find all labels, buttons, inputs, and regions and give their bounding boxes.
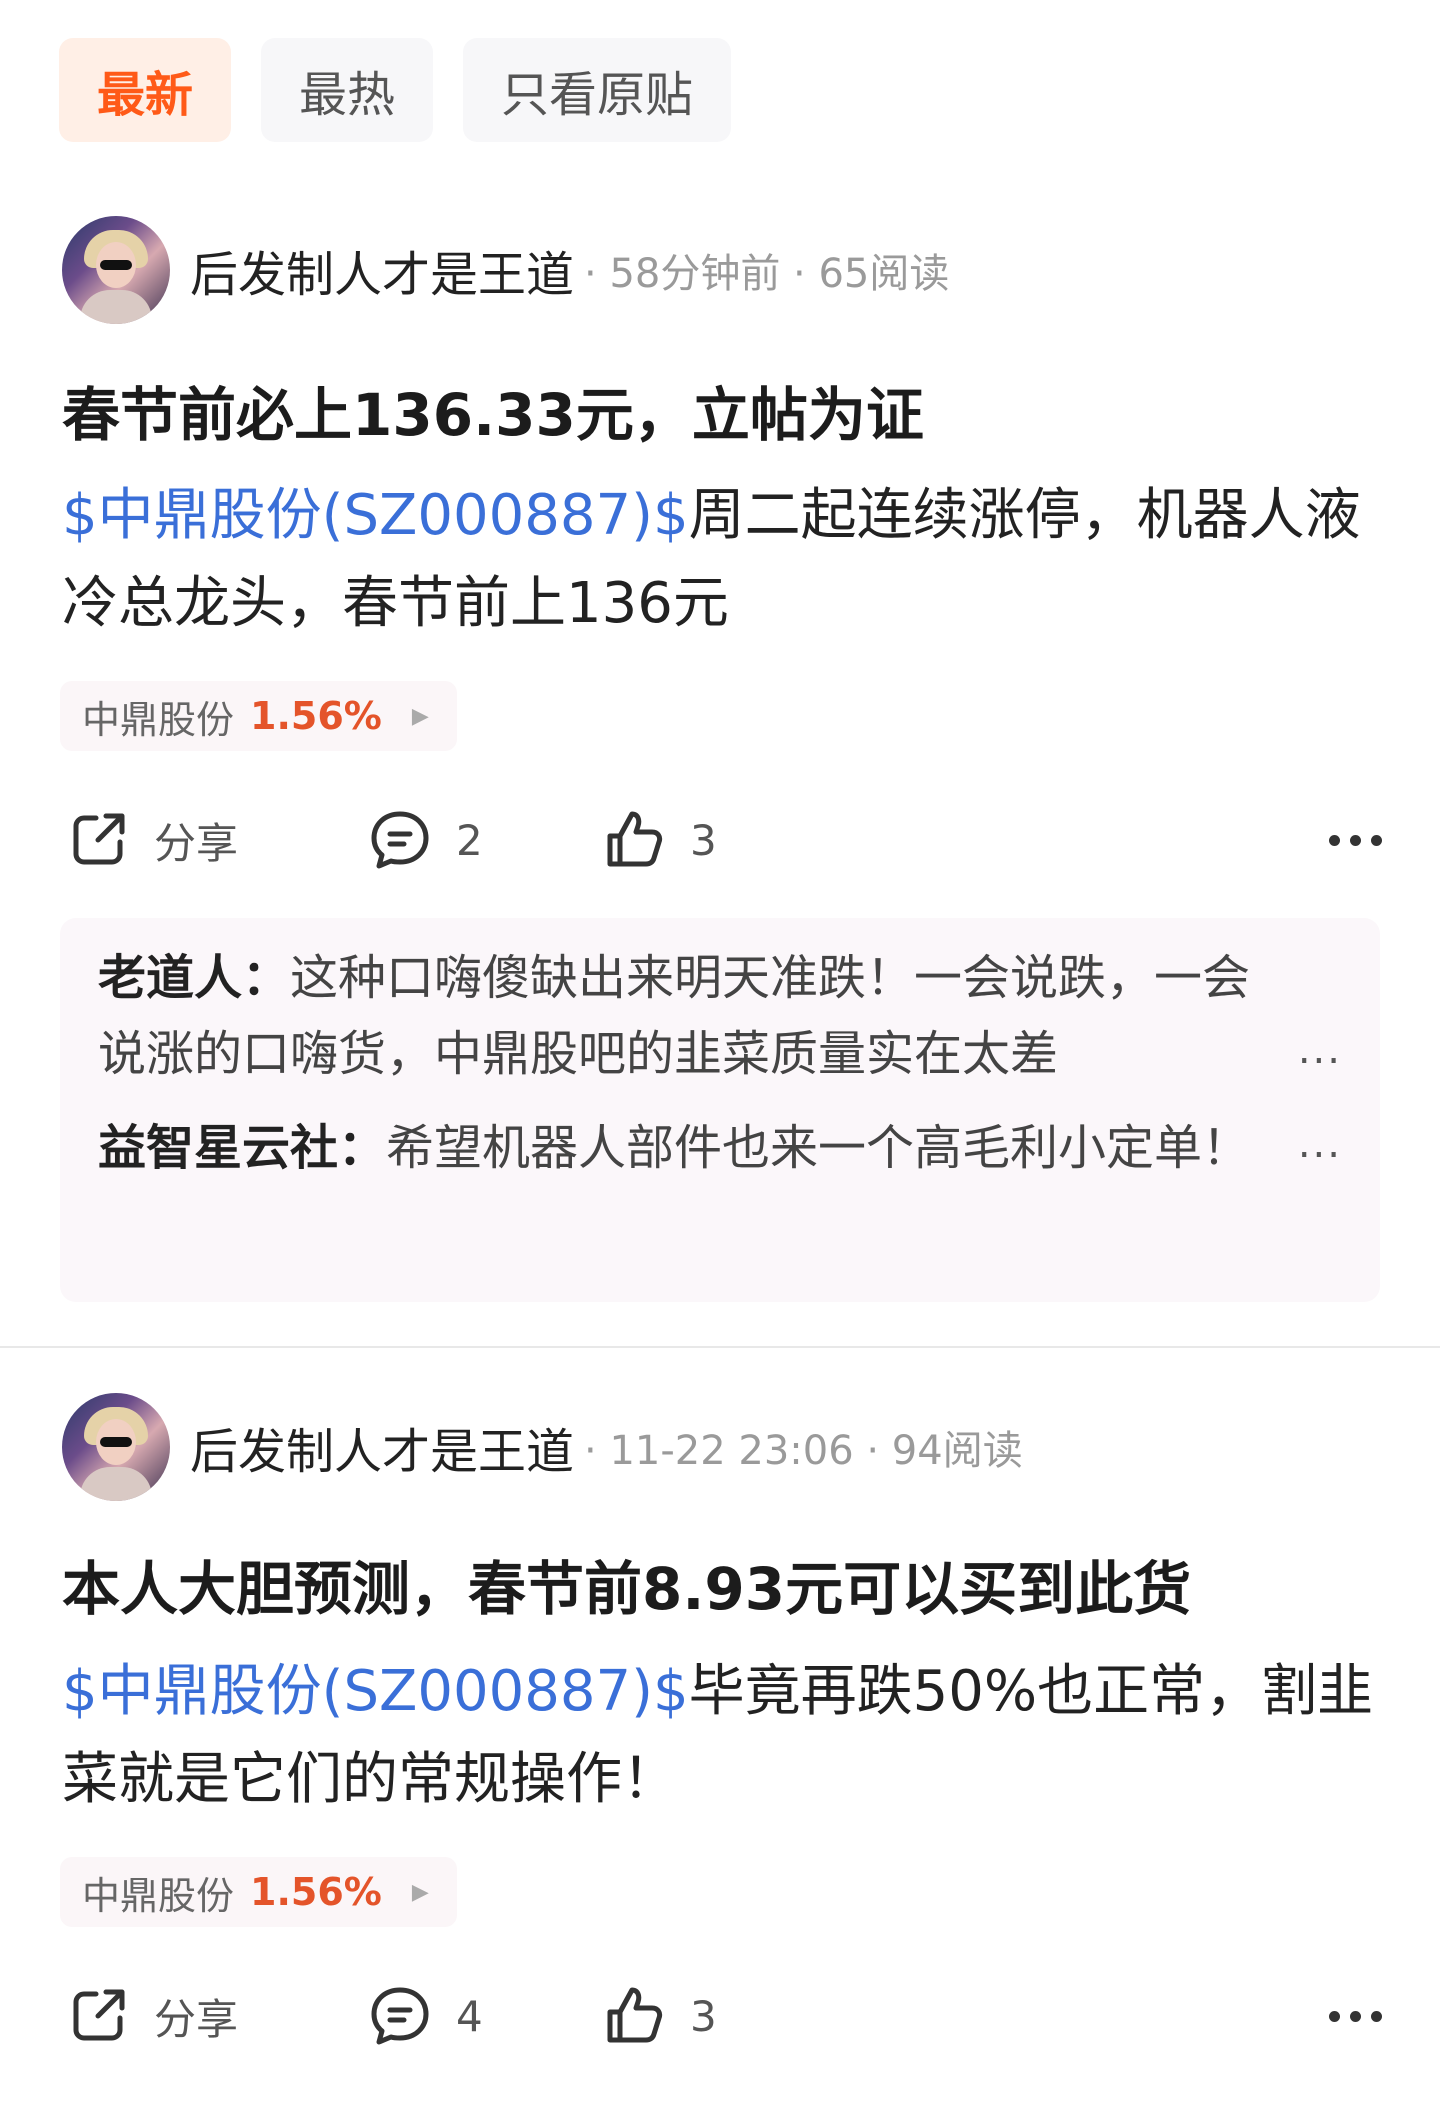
comment-preview[interactable]: 老道人：这种口嗨傻缺出来明天准跌！一会说跌，一会说涨的口嗨货，中鼎股吧的韭菜质量… [60,918,1380,1302]
more-icon[interactable] [1329,1976,1382,2056]
comment-icon [371,811,429,869]
comment-button[interactable]: 2 [364,800,483,880]
more-icon[interactable] [1329,800,1382,880]
like-button[interactable]: 3 [598,1976,717,2056]
like-count: 3 [690,815,717,865]
comment-item[interactable]: 老道人：这种口嗨傻缺出来明天准跌！一会说跌，一会说涨的口嗨货，中鼎股吧的韭菜质量… [98,940,1342,1092]
comment-text: 希望机器人部件也来一个高毛利小定单！ [386,1120,1251,1176]
author-name[interactable]: 后发制人才是王道 [190,1412,574,1482]
stock-chip[interactable]: 中鼎股份 1.56% ▶ [60,681,457,751]
post-body[interactable]: $中鼎股份(SZ000887)$毕竟再跌50%也正常，割韭菜就是它们的常规操作！ [62,1648,1382,1824]
comment-button[interactable]: 4 [364,1976,483,2056]
post-title[interactable]: 春节前必上136.33元，立帖为证 [62,368,924,452]
stock-chip-name: 中鼎股份 [82,1873,235,1918]
post-meta: · 58分钟前 · 65阅读 [584,251,950,297]
share-label: 分享 [154,818,239,868]
comment-count: 4 [456,1991,483,2041]
share-button[interactable]: 分享 [62,1976,238,2056]
share-label: 分享 [154,1994,239,2044]
like-button[interactable]: 3 [598,800,717,880]
chevron-right-icon: ▶ [411,1879,429,1905]
post-body[interactable]: $中鼎股份(SZ000887)$周二起连续涨停，机器人液冷总龙头，春节前上136… [62,472,1382,648]
author-row: 后发制人才是王道 · 11-22 23:06 · 94阅读 [62,1393,1023,1501]
stock-chip-change: 1.56% [250,1870,382,1914]
author-row: 后发制人才是王道 · 58分钟前 · 65阅读 [62,216,949,324]
filter-tabs: 最新 最热 只看原贴 [59,38,732,142]
comment-user[interactable]: 老道人 [98,950,242,1006]
tab-original-only[interactable]: 只看原贴 [463,38,732,142]
author-name[interactable]: 后发制人才是王道 [190,235,574,305]
post-meta: · 11-22 23:06 · 94阅读 [584,1428,1023,1474]
share-icon [73,1989,125,2041]
expand-comment-dots[interactable]: ... [1298,1012,1342,1088]
post-title[interactable]: 本人大胆预测，春节前8.93元可以买到此货 [62,1542,1191,1626]
share-button[interactable]: 分享 [62,800,238,880]
stock-link[interactable]: $中鼎股份(SZ000887)$ [62,1659,689,1724]
tab-latest[interactable]: 最新 [59,38,232,142]
comment-item[interactable]: 益智星云社：希望机器人部件也来一个高毛利小定单！ ... [98,1110,1342,1186]
post-actions: 分享 2 3 [62,800,1382,880]
avatar[interactable] [62,216,170,324]
stock-chip[interactable]: 中鼎股份 1.56% ▶ [60,1857,457,1927]
comment-count: 2 [456,815,483,865]
comment-icon [371,1987,429,2045]
tab-hottest[interactable]: 最热 [261,38,434,142]
like-count: 3 [690,1991,717,2041]
post-divider [0,1346,1440,1348]
stock-link[interactable]: $中鼎股份(SZ000887)$ [62,483,689,548]
share-icon [73,813,125,865]
thumbs-up-icon [607,1987,663,2043]
expand-comment-dots[interactable]: ... [1298,1106,1342,1182]
comment-user[interactable]: 益智星云社 [98,1120,338,1176]
stock-chip-change: 1.56% [250,694,382,738]
stock-chip-name: 中鼎股份 [82,697,235,742]
avatar[interactable] [62,1393,170,1501]
thumbs-up-icon [607,811,663,867]
chevron-right-icon: ▶ [411,703,429,729]
post-actions: 分享 4 3 [62,1976,1382,2056]
